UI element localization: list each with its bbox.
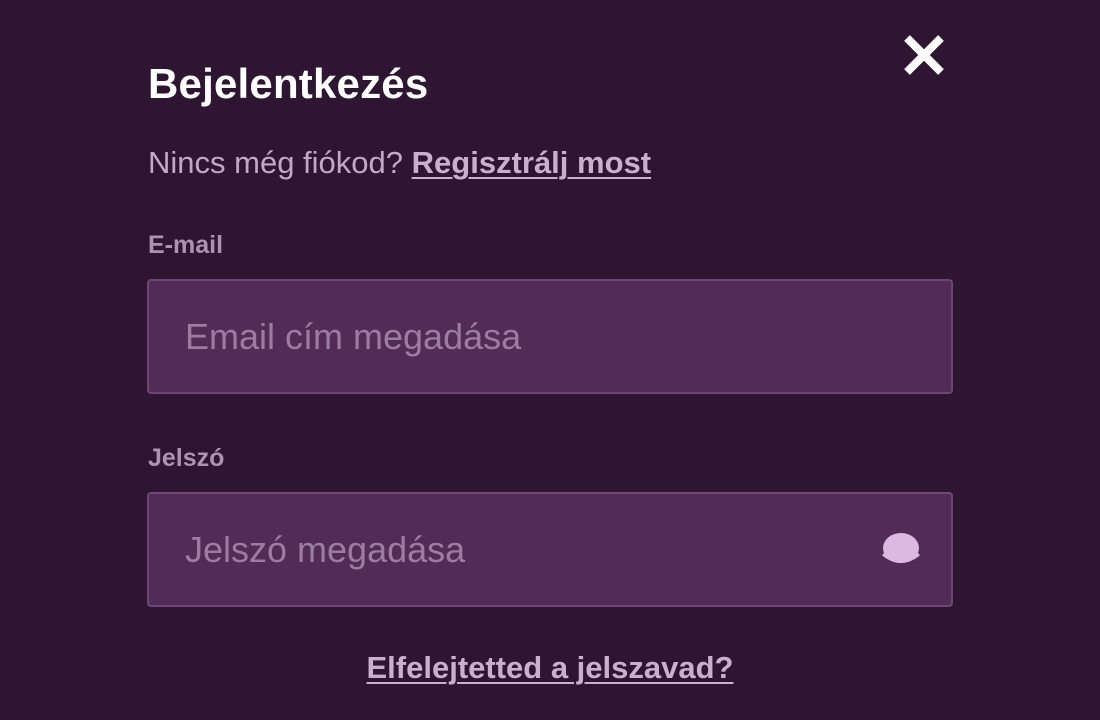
close-icon [898,30,950,80]
email-field-container [147,279,953,394]
register-link[interactable]: Regisztrálj most [412,145,651,180]
signup-prompt-text: Nincs még fiókod? [148,145,404,180]
email-input[interactable] [149,281,951,392]
signup-prompt-row: Nincs még fiókod? Regisztrálj most [148,143,651,183]
password-field-container [147,492,953,607]
password-label: Jelszó [148,444,225,472]
login-modal: Bejelentkezés Nincs még fiókod? Regisztr… [0,0,1100,720]
eye-icon [881,531,921,571]
email-label: E-mail [148,231,224,259]
show-password-toggle[interactable] [881,531,921,571]
password-input[interactable] [149,494,951,605]
close-button[interactable] [898,30,950,80]
forgot-password-link[interactable]: Elfelejtetted a jelszavad? [0,648,1100,688]
modal-title: Bejelentkezés [148,60,429,108]
